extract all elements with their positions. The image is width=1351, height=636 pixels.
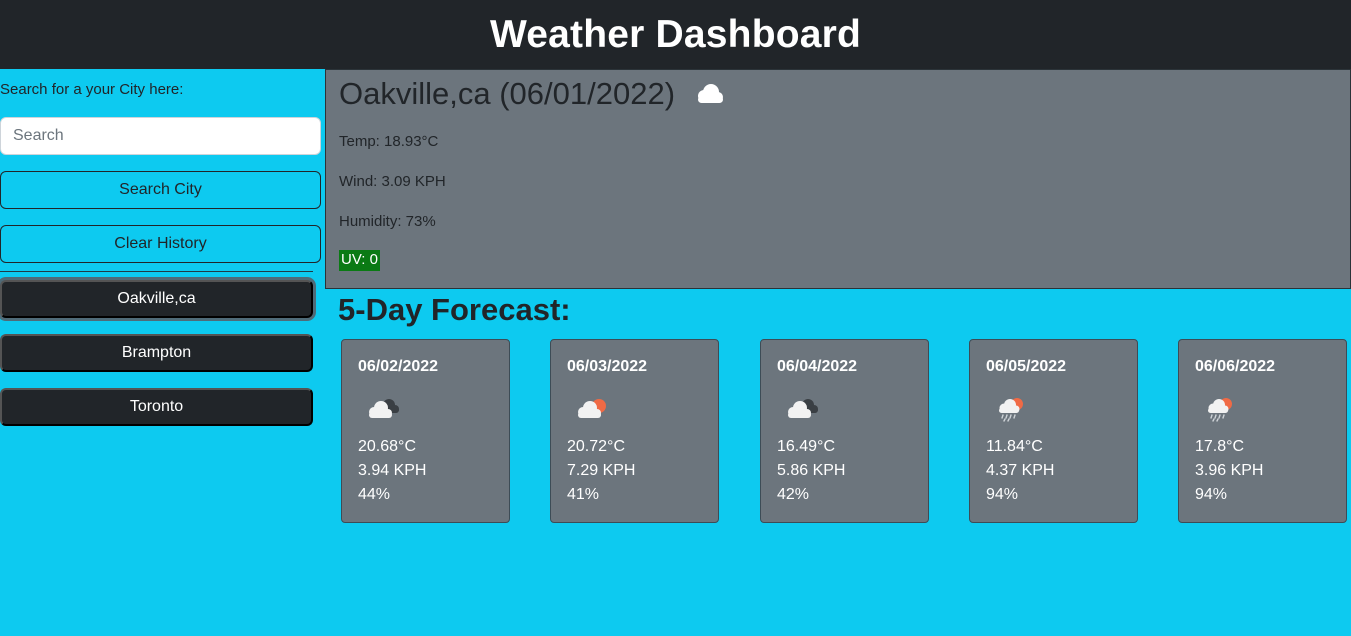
forecast-humidity: 42% [777,486,810,503]
forecast-card: 06/02/2022 20.68°C 3.94 KPH 44% [341,339,510,523]
history-item-brampton[interactable]: Brampton [0,334,313,372]
forecast-humidity: 94% [986,486,1019,503]
forecast-temp: 11.84°C [986,438,1043,455]
current-wind: Wind: 3.09 KPH [339,173,446,190]
forecast-card: 06/05/2022 11.84°C 4.37 KPH 94% [969,339,1138,523]
forecast-heading: 5-Day Forecast: [338,292,571,327]
forecast-humidity: 44% [358,486,391,503]
broken-clouds-icon [788,399,818,418]
forecast-wind: 3.94 KPH [358,462,427,479]
clear-history-button[interactable]: Clear History [0,225,321,263]
forecast-temp: 20.68°C [358,438,416,455]
forecast-temp: 17.8°C [1195,438,1245,455]
cloud-icon [698,84,724,103]
forecast-wind: 4.37 KPH [986,462,1055,479]
search-label: Search for a your City here: [0,81,184,98]
current-humidity: Humidity: 73% [339,213,436,230]
forecast-humidity: 41% [567,486,600,503]
forecast-humidity: 94% [1195,486,1228,503]
search-sidebar: Search for a your City here: Search City… [0,69,322,636]
forecast-wind: 7.29 KPH [567,462,636,479]
app-title: Weather Dashboard [489,12,862,56]
sun-rain-cloud-icon [1208,398,1232,422]
forecast-card: 06/03/2022 20.72°C 7.29 KPH 41% [550,339,719,523]
sun-behind-cloud-icon [578,399,606,418]
history-item-oakville[interactable]: Oakville,ca [0,280,313,318]
forecast-temp: 20.72°C [567,438,625,455]
sidebar-divider [0,271,313,272]
current-city-date: Oakville,ca (06/01/2022) [339,76,676,111]
forecast-card: 06/06/2022 17.8°C 3.96 KPH 94% [1178,339,1347,523]
forecast-date: 06/02/2022 [358,358,439,375]
search-input[interactable] [0,117,321,155]
forecast-date: 06/06/2022 [1195,358,1276,375]
forecast-wind: 3.96 KPH [1195,462,1264,479]
app-header: Weather Dashboard [0,0,1351,69]
forecast-date: 06/03/2022 [567,358,648,375]
sun-rain-cloud-icon [999,398,1023,422]
forecast-date: 06/05/2022 [986,358,1067,375]
forecast-temp: 16.49°C [777,438,835,455]
search-city-button[interactable]: Search City [0,171,321,209]
forecast-wind: 5.86 KPH [777,462,846,479]
uv-index-badge: UV: 0 [339,250,380,271]
forecast-card: 06/04/2022 16.49°C 5.86 KPH 42% [760,339,929,523]
forecast-date: 06/04/2022 [777,358,858,375]
current-weather-heading: Oakville,ca (06/01/2022) [339,76,725,112]
current-temp: Temp: 18.93°C [339,133,439,150]
broken-clouds-icon [369,399,399,418]
current-weather-panel: Oakville,ca (06/01/2022) Temp: 18.93°C W… [325,69,1351,289]
history-item-toronto[interactable]: Toronto [0,388,313,426]
